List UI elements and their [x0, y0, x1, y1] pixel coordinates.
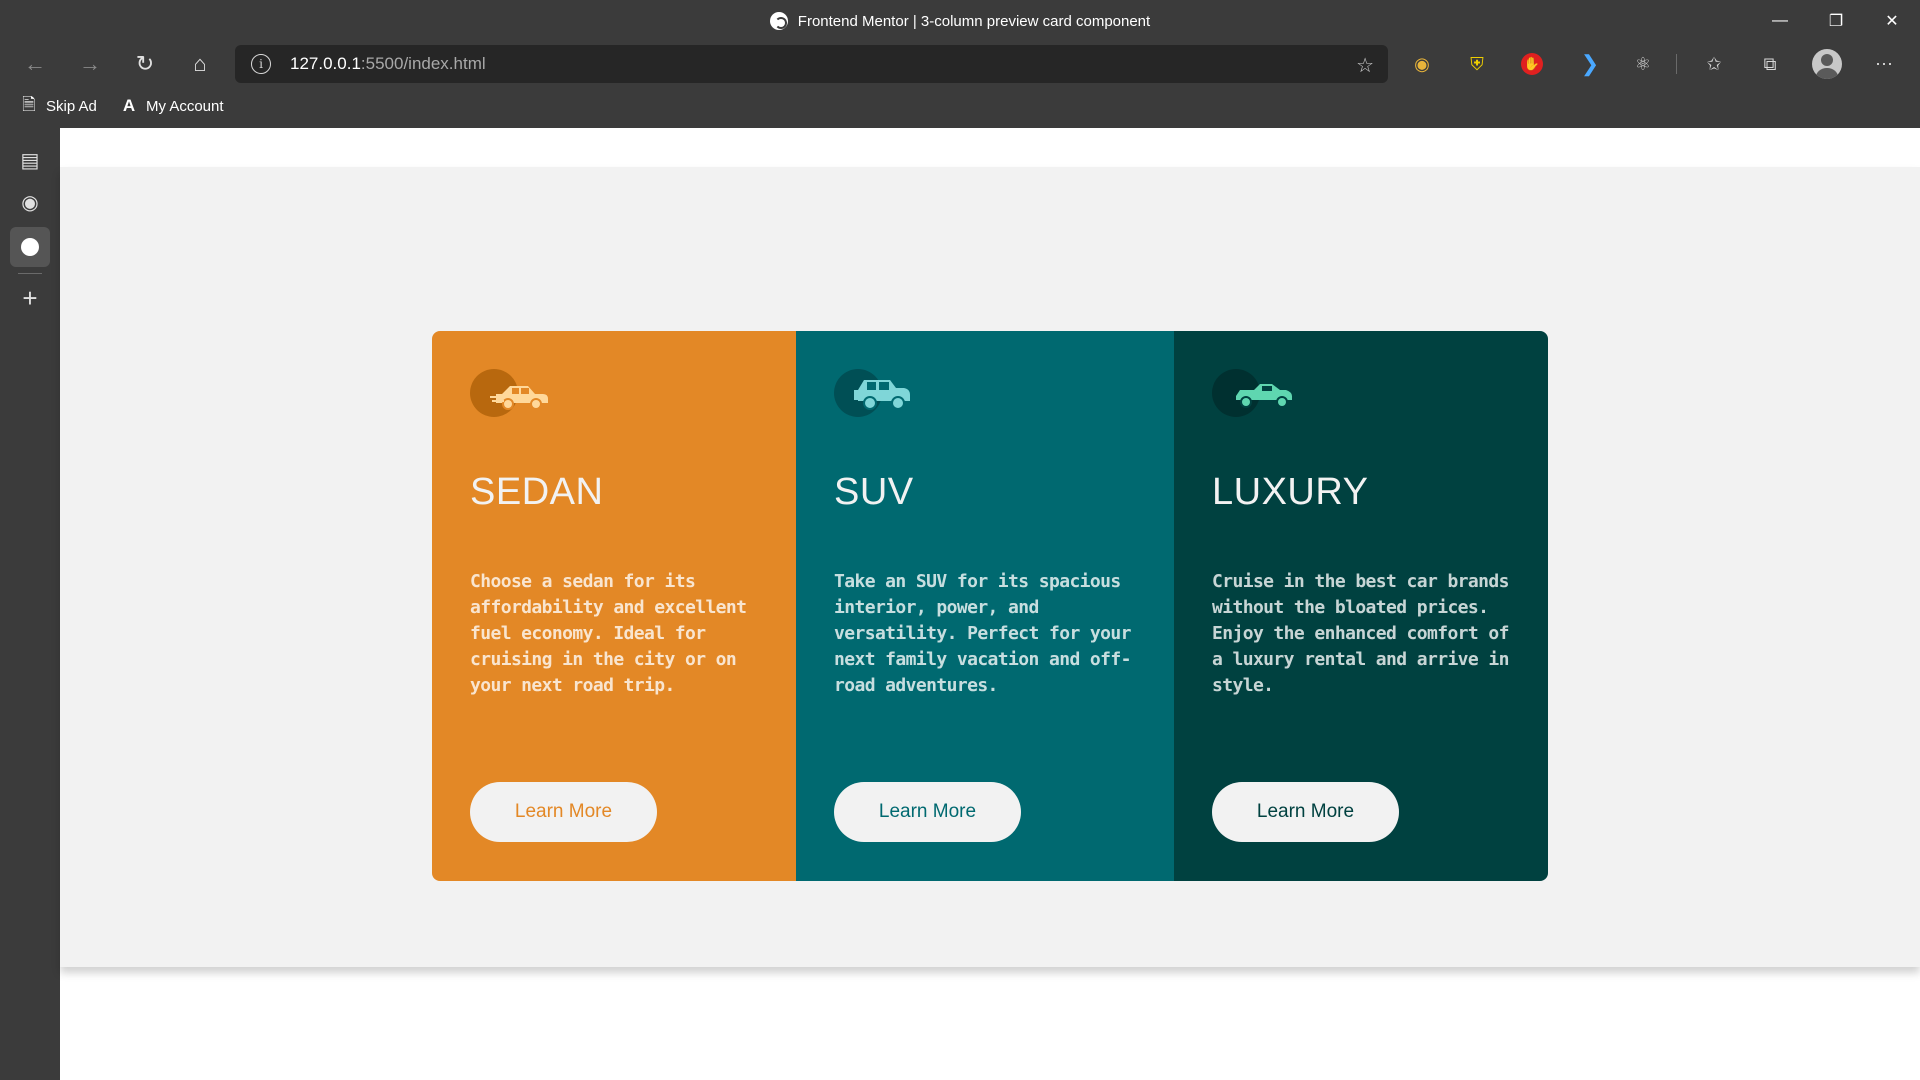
frontend-mentor-favicon-icon [769, 12, 788, 30]
favorite-label: Skip Ad [46, 97, 97, 115]
close-icon[interactable]: ✕ [1864, 0, 1920, 42]
profile-avatar[interactable] [1812, 49, 1842, 79]
back-icon[interactable]: ← [18, 47, 52, 81]
favorites-bar: 🗎 Skip Ad A My Account [0, 85, 1920, 128]
react-ext-icon[interactable]: ⚛ [1631, 52, 1655, 76]
card-description: Choose a sedan for its affordability and… [470, 571, 747, 696]
sidebar-divider [18, 273, 42, 274]
address-bar[interactable]: i 127.0.0.1:5500/index.html ☆ [235, 45, 1388, 83]
window-title: Frontend Mentor | 3-column preview card … [0, 0, 1920, 42]
browser-toolbar: ← → ↻ ⌂ i 127.0.0.1:5500/index.html ☆ ◉ … [0, 42, 1920, 85]
card-title: SUV [834, 471, 914, 513]
learn-more-button[interactable]: Learn More [834, 782, 1021, 842]
page-background: SEDAN Choose a sedan for its affordabili… [60, 167, 1920, 967]
card-luxury: LUXURY Cruise in the best car brands wit… [1174, 331, 1548, 881]
more-icon[interactable]: ⋯ [1872, 52, 1896, 76]
add-icon[interactable]: + [10, 278, 50, 318]
favorite-label: My Account [146, 97, 224, 115]
url-text[interactable]: 127.0.0.1:5500/index.html [290, 54, 486, 74]
chevron-ext-icon[interactable]: ❯ [1578, 51, 1602, 76]
luxury-icon [1212, 369, 1292, 417]
window-title-text: Frontend Mentor | 3-column preview card … [797, 12, 1151, 30]
forward-icon[interactable]: → [73, 47, 107, 81]
refresh-icon[interactable]: ↻ [128, 47, 162, 81]
card-description: Take an SUV for its spacious interior, p… [834, 571, 1131, 696]
card-group: SEDAN Choose a sedan for its affordabili… [432, 331, 1548, 881]
page-icon: 🗎 [22, 94, 36, 114]
toolbar-divider [1676, 54, 1677, 74]
minimize-icon[interactable]: — [1752, 0, 1808, 42]
sedan-icon [470, 369, 548, 417]
card-sedan: SEDAN Choose a sedan for its affordabili… [432, 331, 796, 881]
page-viewport: SEDAN Choose a sedan for its affordabili… [60, 128, 1920, 1080]
restore-icon[interactable]: ❐ [1808, 0, 1864, 42]
tab-icon[interactable]: ▤ [10, 140, 50, 180]
shield-ext-icon[interactable]: ⛨ [1465, 52, 1489, 76]
learn-more-button[interactable]: Learn More [1212, 782, 1399, 842]
card-description: Cruise in the best car brands without th… [1212, 571, 1509, 696]
frontend-mentor-icon[interactable] [10, 227, 50, 267]
browser-sidebar: ▤ ◉ + [0, 128, 60, 1080]
github-icon[interactable]: ◉ [10, 182, 50, 222]
add-favorite-icon[interactable]: ☆ [1356, 53, 1374, 78]
window-controls: — ❐ ✕ [1752, 0, 1920, 42]
card-title: LUXURY [1212, 471, 1369, 513]
hand-ext-icon[interactable]: ✋ [1520, 52, 1544, 76]
chrome-ext-icon[interactable]: ◉ [1410, 52, 1434, 76]
collections-icon[interactable]: ⧉ [1758, 52, 1782, 76]
home-icon[interactable]: ⌂ [183, 47, 217, 81]
angular-icon: A [122, 96, 136, 115]
card-suv: SUV Take an SUV for its spacious interio… [796, 331, 1174, 881]
favorites-icon[interactable]: ✩ [1702, 52, 1726, 76]
favorite-skip-ad[interactable]: 🗎 Skip Ad [20, 93, 97, 119]
card-title: SEDAN [470, 471, 604, 513]
site-info-icon[interactable]: i [251, 54, 271, 74]
window-titlebar: Frontend Mentor | 3-column preview card … [0, 0, 1920, 42]
suv-icon [834, 369, 910, 417]
favorite-my-account[interactable]: A My Account [120, 93, 224, 119]
learn-more-button[interactable]: Learn More [470, 782, 657, 842]
